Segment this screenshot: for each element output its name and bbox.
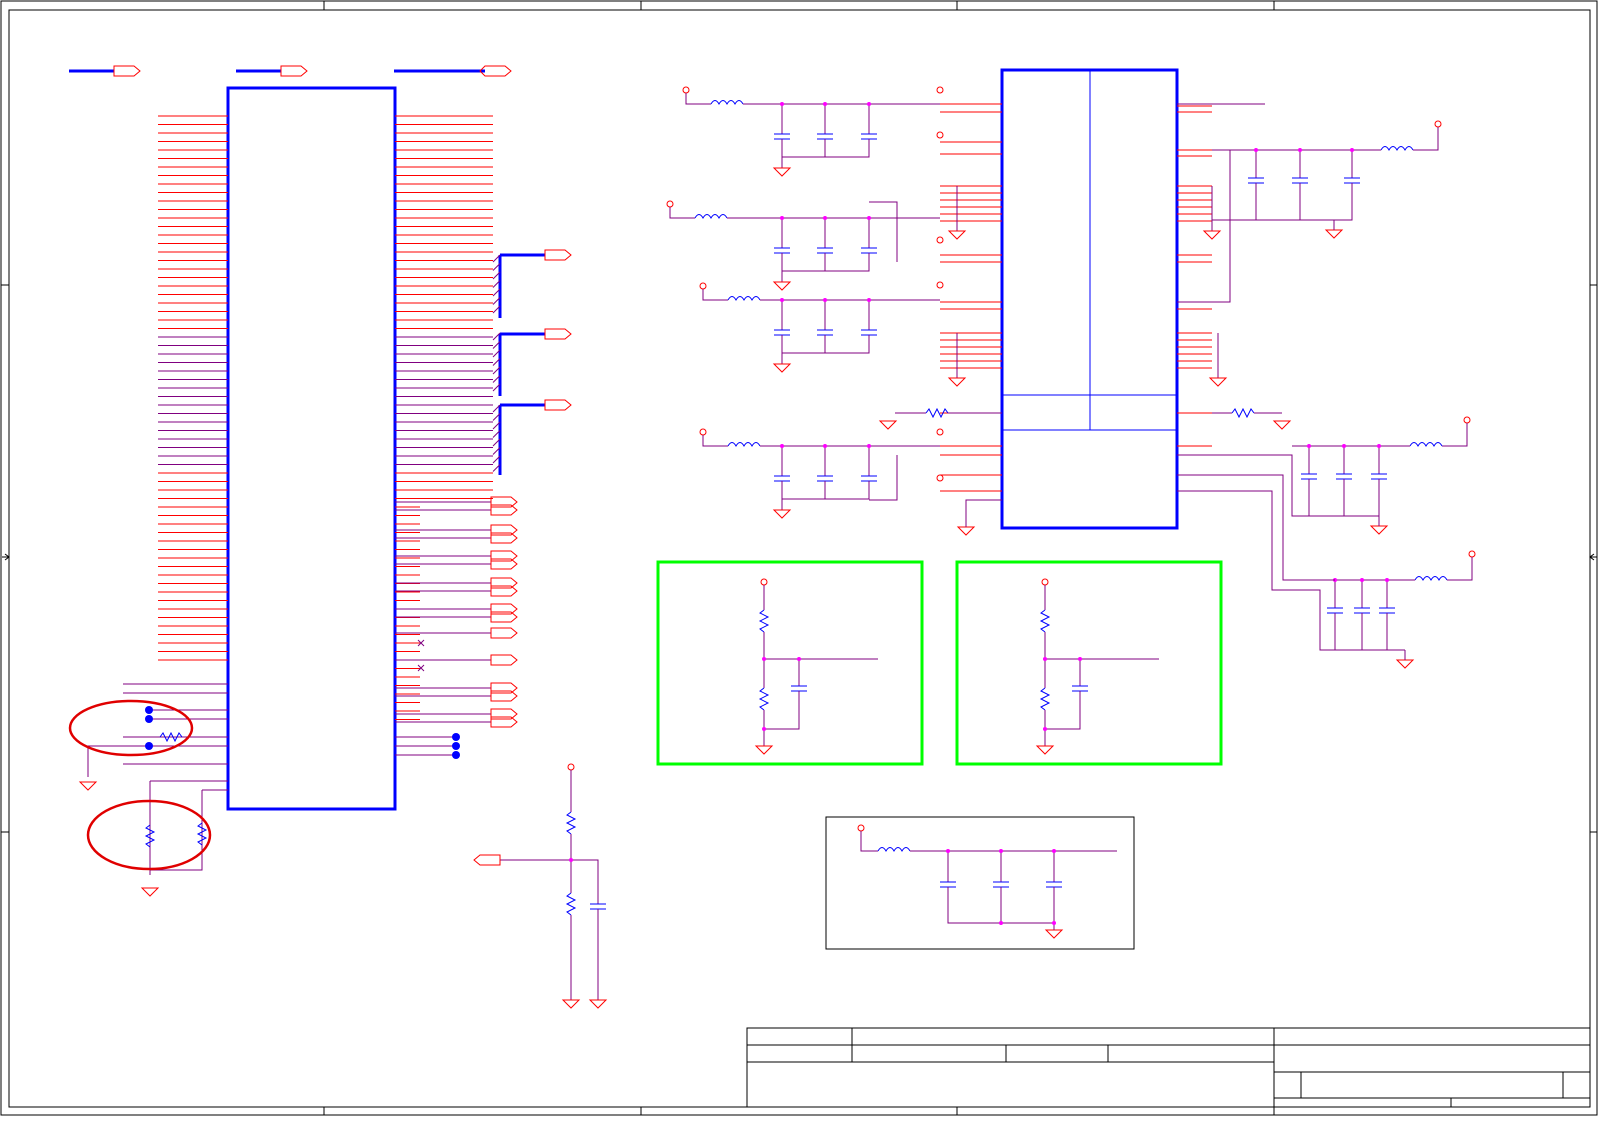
- filter-wire: [702, 435, 728, 447]
- regulator-ic-pins: [940, 103, 1228, 492]
- green-box-left: [656, 560, 924, 766]
- filter-gnd: [1212, 183, 1353, 221]
- power-port: [1434, 120, 1442, 128]
- left-bottom-grounds: [78, 781, 160, 897]
- regulator-ic: [1000, 68, 1179, 530]
- bus-ties: [498, 249, 572, 475]
- ground-symbol: [878, 420, 898, 430]
- inductor: [1409, 442, 1443, 448]
- ground-symbol: [956, 526, 976, 536]
- power-port: [936, 86, 944, 94]
- inductor: [1414, 576, 1448, 582]
- power-port: [1468, 550, 1476, 558]
- filter-gnd: [1292, 479, 1380, 517]
- port-arrow: [490, 627, 518, 639]
- test-points: [395, 733, 460, 759]
- connector-right-pins: [395, 115, 493, 720]
- filter-wire: [702, 289, 728, 301]
- junction: [823, 102, 827, 106]
- title-block: [746, 1027, 1591, 1108]
- filter-wire: [1177, 454, 1379, 517]
- left-bus-arrows: [69, 65, 512, 77]
- filter-wire: [869, 455, 898, 501]
- connector-left-pins: [158, 115, 228, 661]
- bottom-filter-box: [825, 816, 1135, 950]
- ground-symbol: [1395, 659, 1415, 669]
- power-port: [699, 282, 707, 290]
- junction: [867, 298, 871, 302]
- junction: [823, 298, 827, 302]
- junction: [780, 216, 784, 220]
- junction: [867, 216, 871, 220]
- sheet-frame: [0, 0, 1598, 1116]
- power-port: [1463, 416, 1471, 424]
- ground-symbol: [947, 230, 967, 240]
- junction: [780, 102, 784, 106]
- ground-symbol: [947, 377, 967, 387]
- power-port: [936, 281, 944, 289]
- junction: [823, 216, 827, 220]
- junction: [1298, 148, 1302, 152]
- power-port: [936, 131, 944, 139]
- junction: [867, 102, 871, 106]
- ground-symbol: [1324, 229, 1344, 239]
- junction: [867, 444, 871, 448]
- filter-wire: [1413, 127, 1439, 151]
- ground-symbol: [772, 363, 792, 373]
- power-port: [682, 86, 690, 94]
- left-bottom-dots: [145, 706, 153, 750]
- power-port: [936, 474, 944, 482]
- filter-wire: [965, 499, 1002, 527]
- port-arrow: [490, 654, 518, 666]
- filter-wire: [685, 93, 711, 105]
- left-bottom-resistors: [144, 731, 208, 848]
- junction: [1360, 578, 1364, 582]
- junction: [1377, 444, 1381, 448]
- junction: [1254, 148, 1258, 152]
- inductor: [727, 442, 761, 448]
- ground-symbol: [1202, 230, 1222, 240]
- filter-wire: [1442, 423, 1468, 447]
- main-connector-ic: [226, 86, 397, 811]
- filter-gnd: [1320, 613, 1388, 651]
- power-port: [936, 236, 944, 244]
- no-connect-marks: [417, 639, 425, 672]
- inductor: [710, 100, 744, 106]
- filter-wire: [1447, 557, 1473, 581]
- ground-symbol: [1369, 525, 1389, 535]
- filter-wire: [1177, 490, 1405, 651]
- junction: [1350, 148, 1354, 152]
- power-port: [666, 200, 674, 208]
- junction: [1385, 578, 1389, 582]
- junction: [1342, 444, 1346, 448]
- ground-symbol: [1208, 377, 1228, 387]
- power-port: [936, 428, 944, 436]
- junction: [780, 298, 784, 302]
- voltage-divider-bottom: [473, 763, 608, 1009]
- junction: [1307, 444, 1311, 448]
- highlight-ellipse-top: [68, 699, 194, 757]
- ground-symbol: [772, 281, 792, 291]
- power-port: [699, 428, 707, 436]
- ground-symbol: [772, 509, 792, 519]
- lc-filter-networks: [666, 86, 1476, 669]
- filter-wire: [669, 207, 695, 219]
- inductor: [1380, 146, 1414, 152]
- schematic-sheet: [0, 0, 1599, 1117]
- resistor: [1231, 407, 1255, 419]
- signal-port-arrows: [395, 496, 518, 728]
- junction: [780, 444, 784, 448]
- green-box-right: [955, 560, 1223, 766]
- inductor: [694, 214, 728, 220]
- inductor: [727, 296, 761, 302]
- ground-symbol: [772, 167, 792, 177]
- junction: [823, 444, 827, 448]
- filter-wire: [1177, 150, 1231, 303]
- schematic-canvas: [0, 0, 1598, 1116]
- ground-symbol: [1272, 420, 1292, 430]
